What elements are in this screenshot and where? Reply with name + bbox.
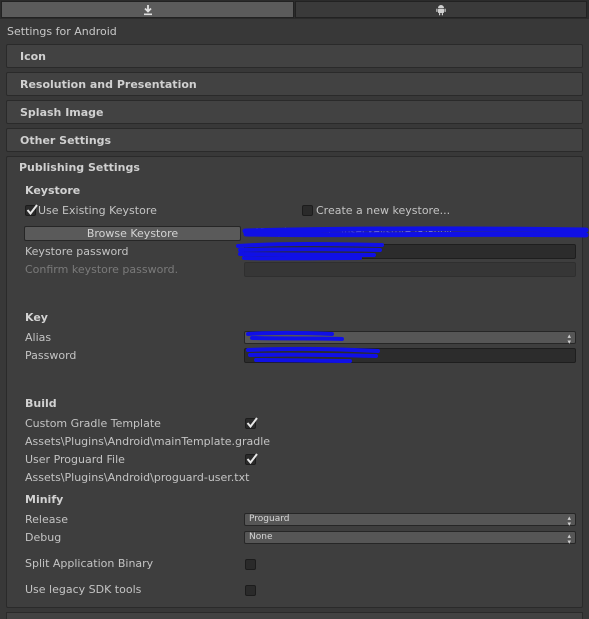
checkmark-icon: [246, 417, 258, 429]
key-heading: Key: [25, 311, 48, 324]
confirm-keystore-password-label: Confirm keystore password.: [25, 263, 179, 276]
keystore-password-input[interactable]: [244, 244, 576, 259]
use-legacy-sdk-tools-label: Use legacy SDK tools: [25, 583, 142, 596]
user-proguard-file-checkbox[interactable]: [245, 453, 258, 465]
proguard-file-path: Assets\Plugins\Android\proguard-user.txt: [25, 471, 250, 484]
tab-android[interactable]: [295, 1, 587, 18]
keystore-password-label: Keystore password: [25, 245, 129, 258]
release-minify-value: Proguard: [249, 514, 290, 524]
checkmark-icon: [246, 453, 258, 465]
foldout-icon[interactable]: Icon: [6, 44, 583, 68]
foldout-icon-label: Icon: [20, 50, 47, 63]
key-password-label: Password: [25, 349, 77, 362]
dropdown-arrows-icon: ▴ ▾: [567, 532, 571, 546]
download-icon: [143, 4, 152, 15]
debug-label: Debug: [25, 531, 62, 544]
foldout-splash-label: Splash Image: [20, 106, 104, 119]
user-proguard-file-label: User Proguard File: [25, 453, 125, 466]
confirm-keystore-password-input: [244, 262, 576, 277]
release-minify-dropdown[interactable]: Proguard ▴ ▾: [244, 513, 576, 528]
keystore-path: ...\Dropbox\...\...\...\user.keystore /R…: [247, 227, 452, 238]
foldout-publishing-label: Publishing Settings: [19, 161, 140, 174]
foldout-splash-image[interactable]: Splash Image: [6, 100, 583, 124]
checkmark-icon: [26, 204, 38, 216]
browse-keystore-button[interactable]: Browse Keystore: [24, 226, 241, 241]
page-title: Settings for Android: [7, 25, 117, 38]
tab-standalone[interactable]: [1, 1, 294, 18]
debug-minify-value: None: [249, 532, 273, 542]
split-application-binary-checkbox[interactable]: [245, 559, 256, 570]
foldout-publishing-settings[interactable]: Publishing Settings: [6, 156, 583, 180]
custom-gradle-template-label: Custom Gradle Template: [25, 417, 161, 430]
alias-label: Alias: [25, 331, 52, 344]
custom-gradle-template-checkbox[interactable]: [245, 417, 258, 429]
foldout-resolution[interactable]: Resolution and Presentation: [6, 72, 583, 96]
use-legacy-sdk-tools-checkbox[interactable]: [245, 585, 256, 596]
foldout-other-settings[interactable]: Other Settings: [6, 128, 583, 152]
debug-minify-dropdown[interactable]: None ▴ ▾: [244, 531, 576, 546]
build-heading: Build: [25, 397, 57, 410]
release-label: Release: [25, 513, 68, 526]
use-existing-keystore-label: Use Existing Keystore: [38, 204, 157, 217]
foldout-resolution-label: Resolution and Presentation: [20, 78, 197, 91]
keystore-heading: Keystore: [25, 184, 81, 197]
key-password-input[interactable]: [244, 348, 576, 363]
minify-heading: Minify: [25, 493, 64, 506]
create-new-keystore-checkbox[interactable]: [302, 205, 313, 216]
android-icon: [436, 4, 446, 15]
alias-dropdown[interactable]: ▴ ▾: [244, 331, 576, 346]
use-existing-keystore-checkbox[interactable]: [25, 204, 38, 216]
gradle-template-path: Assets\Plugins\Android\mainTemplate.grad…: [25, 435, 271, 448]
foldout-other-label: Other Settings: [20, 134, 112, 147]
dropdown-arrows-icon: ▴ ▾: [567, 332, 571, 346]
platform-tab-bar: [0, 0, 589, 19]
dropdown-arrows-icon: ▴ ▾: [567, 514, 571, 528]
next-foldout-edge: [6, 612, 583, 619]
split-application-binary-label: Split Application Binary: [25, 557, 154, 570]
create-new-keystore-label: Create a new keystore...: [316, 204, 451, 217]
